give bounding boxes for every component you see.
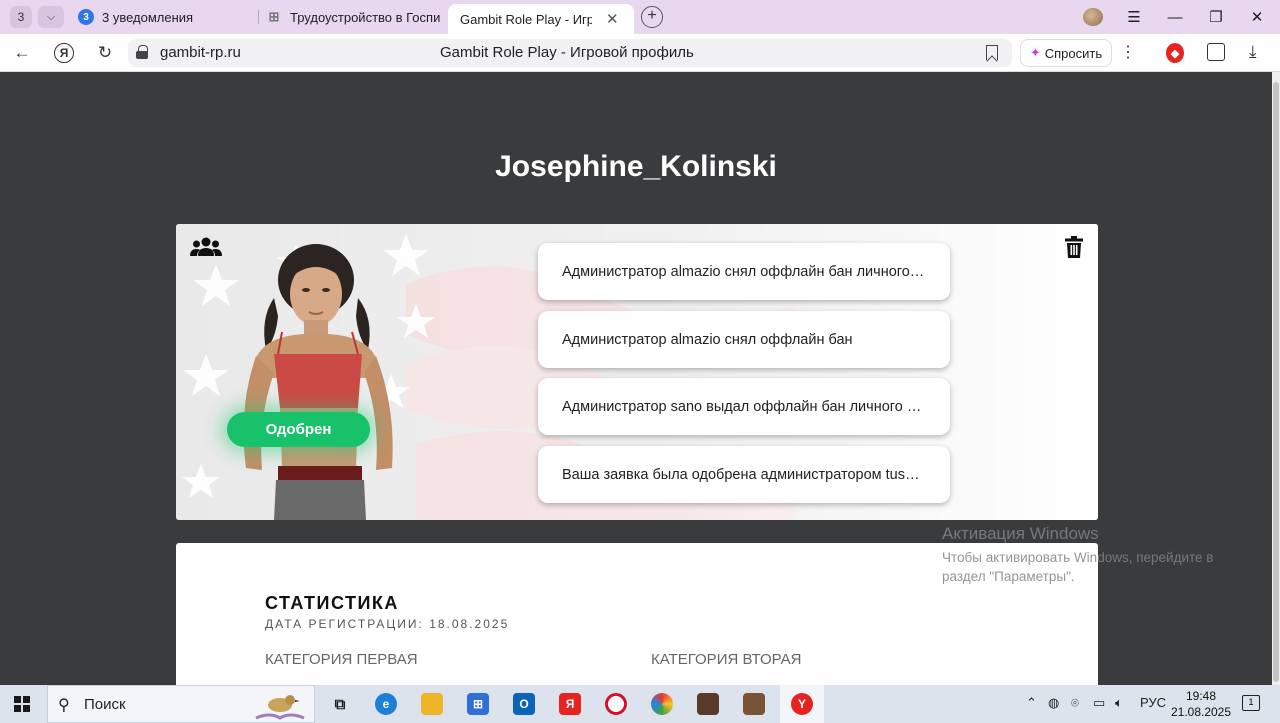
windows-taskbar: ⚲ Поиск ⧉ e ⊞ O Я Y ⌃ ◍ ⌾ ▭ 🔈︎ РУС 19:48… <box>0 685 1280 723</box>
notification-text: Администратор almazio снял оффлайн бан <box>562 331 853 348</box>
ask-ai-button[interactable]: ✦ Спросить <box>1020 39 1112 67</box>
reload-icon[interactable]: ↻ <box>93 42 117 64</box>
action-center-icon[interactable]: 1 <box>1242 695 1260 711</box>
search-icon: ⚲ <box>58 697 70 714</box>
character-skin-image <box>243 244 393 520</box>
tab-label: Трудоустройство в Госпи <box>290 9 441 25</box>
input-language[interactable]: РУС <box>1140 695 1166 710</box>
page-scrollbar[interactable] <box>1272 72 1280 685</box>
trash-icon[interactable] <box>1065 236 1083 258</box>
clock-date: 21.08.2025 <box>1170 705 1232 719</box>
ask-label: Спросить <box>1044 45 1103 61</box>
sparkle-icon: ✦ <box>1029 45 1041 60</box>
camera-icon[interactable]: ⌾ <box>1071 695 1079 711</box>
omnibox[interactable]: gambit-rp.ru Gambit Role Play - Игровой … <box>128 39 1012 67</box>
bookmark-icon[interactable] <box>986 45 998 60</box>
close-window-icon[interactable]: ✕ <box>1242 6 1272 28</box>
clock-time: 19:48 <box>1185 689 1217 703</box>
yandex-icon[interactable]: Я <box>559 693 581 715</box>
profile-username: Josephine_Kolinski <box>495 150 777 183</box>
microsoft-store-icon[interactable]: ⊞ <box>467 693 489 715</box>
search-label: Поиск <box>84 696 126 713</box>
windows-activation-watermark: Активация Windows Чтобы активировать Win… <box>942 524 1242 586</box>
page-content: Josephine_Kolinski Одобрен Администратор… <box>0 72 1272 685</box>
yandex-browser-icon[interactable]: Y <box>791 693 813 715</box>
menu-icon[interactable]: ☰ <box>1119 6 1149 28</box>
watermark-text: Чтобы активировать Windows, перейдите в … <box>942 550 1214 584</box>
category-second-heading: КАТЕГОРИЯ ВТОРАЯ <box>651 651 802 668</box>
opera-icon[interactable] <box>605 693 627 715</box>
close-tab-icon[interactable]: ✕ <box>606 10 619 28</box>
windows-start-icon[interactable] <box>14 696 30 712</box>
tab-label: 3 уведомления <box>102 9 194 25</box>
notification-text: Администратор almazio снял оффлайн бан л… <box>562 263 925 280</box>
outlook-icon[interactable]: O <box>513 693 535 715</box>
network-globe-icon[interactable]: ◍ <box>1048 695 1059 711</box>
download-icon[interactable]: ⤓ <box>1249 42 1257 62</box>
profile-avatar-icon[interactable] <box>1083 8 1103 26</box>
browser-tab-strip: 3 ⌵ 3 3 уведомления ⊞ Трудоустройство в … <box>0 0 1280 34</box>
chrome-icon[interactable] <box>651 693 673 715</box>
tab-notifications[interactable]: 3 3 уведомления <box>78 4 253 30</box>
lock-icon <box>136 45 148 59</box>
notifications-badge-icon: 3 <box>78 9 94 25</box>
page-title-in-omnibox: Gambit Role Play - Игровой профиль <box>440 44 694 61</box>
back-arrow-icon[interactable]: ← <box>10 42 34 64</box>
tab-separator <box>258 10 259 24</box>
game-launcher-icon[interactable] <box>743 693 765 715</box>
task-view-icon[interactable]: ⧉ <box>329 693 351 715</box>
tray-chevron-up-icon[interactable]: ⌃ <box>1026 695 1037 711</box>
statistics-title: СТАТИСТИКА <box>265 593 399 613</box>
notification-item-4[interactable]: Ваша заявка была одобрена администраторо… <box>538 446 950 503</box>
display-icon[interactable]: ▭ <box>1093 695 1105 711</box>
registration-date: ДАТА РЕГИСТРАЦИИ: 18.08.2025 <box>265 617 510 631</box>
search-highlight-bird-icon <box>255 695 305 720</box>
tab-list-chevron-icon[interactable]: ⌵ <box>38 6 64 28</box>
collections-extension-icon[interactable] <box>1207 43 1225 61</box>
address-bar-row: ← Я ↻ gambit-rp.ru Gambit Role Play - Иг… <box>0 34 1280 72</box>
edge-icon[interactable]: e <box>375 693 397 715</box>
globe-icon: ⊞ <box>268 9 280 24</box>
tab-employment[interactable]: ⊞ Трудоустройство в Госпи <box>266 4 444 30</box>
profile-card: Одобрен Администратор almazio снял оффла… <box>176 224 1098 520</box>
game-app-icon[interactable] <box>697 693 719 715</box>
minimize-icon[interactable]: — <box>1160 6 1190 28</box>
url-text[interactable]: gambit-rp.ru <box>160 44 241 61</box>
scrollbar-thumb[interactable] <box>1273 82 1279 682</box>
more-options-icon[interactable]: ⋮ <box>1120 42 1136 62</box>
notification-text: Ваша заявка была одобрена администраторо… <box>562 466 920 483</box>
notification-item-1[interactable]: Администратор almazio снял оффлайн бан л… <box>538 243 950 300</box>
category-first-heading: КАТЕГОРИЯ ПЕРВАЯ <box>265 651 418 668</box>
taskbar-clock[interactable]: 19:48 21.08.2025 <box>1166 688 1236 720</box>
notification-item-2[interactable]: Администратор almazio снял оффлайн бан <box>538 311 950 368</box>
restore-icon[interactable]: ❐ <box>1201 6 1231 28</box>
volume-icon[interactable]: 🔈︎ <box>1115 695 1123 711</box>
tab-count-button[interactable]: 3 <box>10 6 32 28</box>
status-badge: Одобрен <box>227 412 370 447</box>
new-tab-plus-icon[interactable]: + <box>641 6 663 28</box>
notification-text: Администратор sano выдал оффлайн бан лич… <box>562 398 922 415</box>
adblock-extension-icon[interactable]: ◆ <box>1166 43 1184 63</box>
file-explorer-icon[interactable] <box>421 693 443 715</box>
tab-gambit-profile[interactable]: Gambit Role Play - Игровой профиль ✕ <box>448 4 634 34</box>
yandex-logo-icon[interactable]: Я <box>54 43 74 63</box>
watermark-title: Активация Windows <box>942 524 1099 543</box>
notification-item-3[interactable]: Администратор sano выдал оффлайн бан лич… <box>538 378 950 435</box>
tab-label: Gambit Role Play - Игровой профиль <box>460 11 592 27</box>
taskbar-search-box[interactable]: ⚲ Поиск <box>47 685 315 723</box>
